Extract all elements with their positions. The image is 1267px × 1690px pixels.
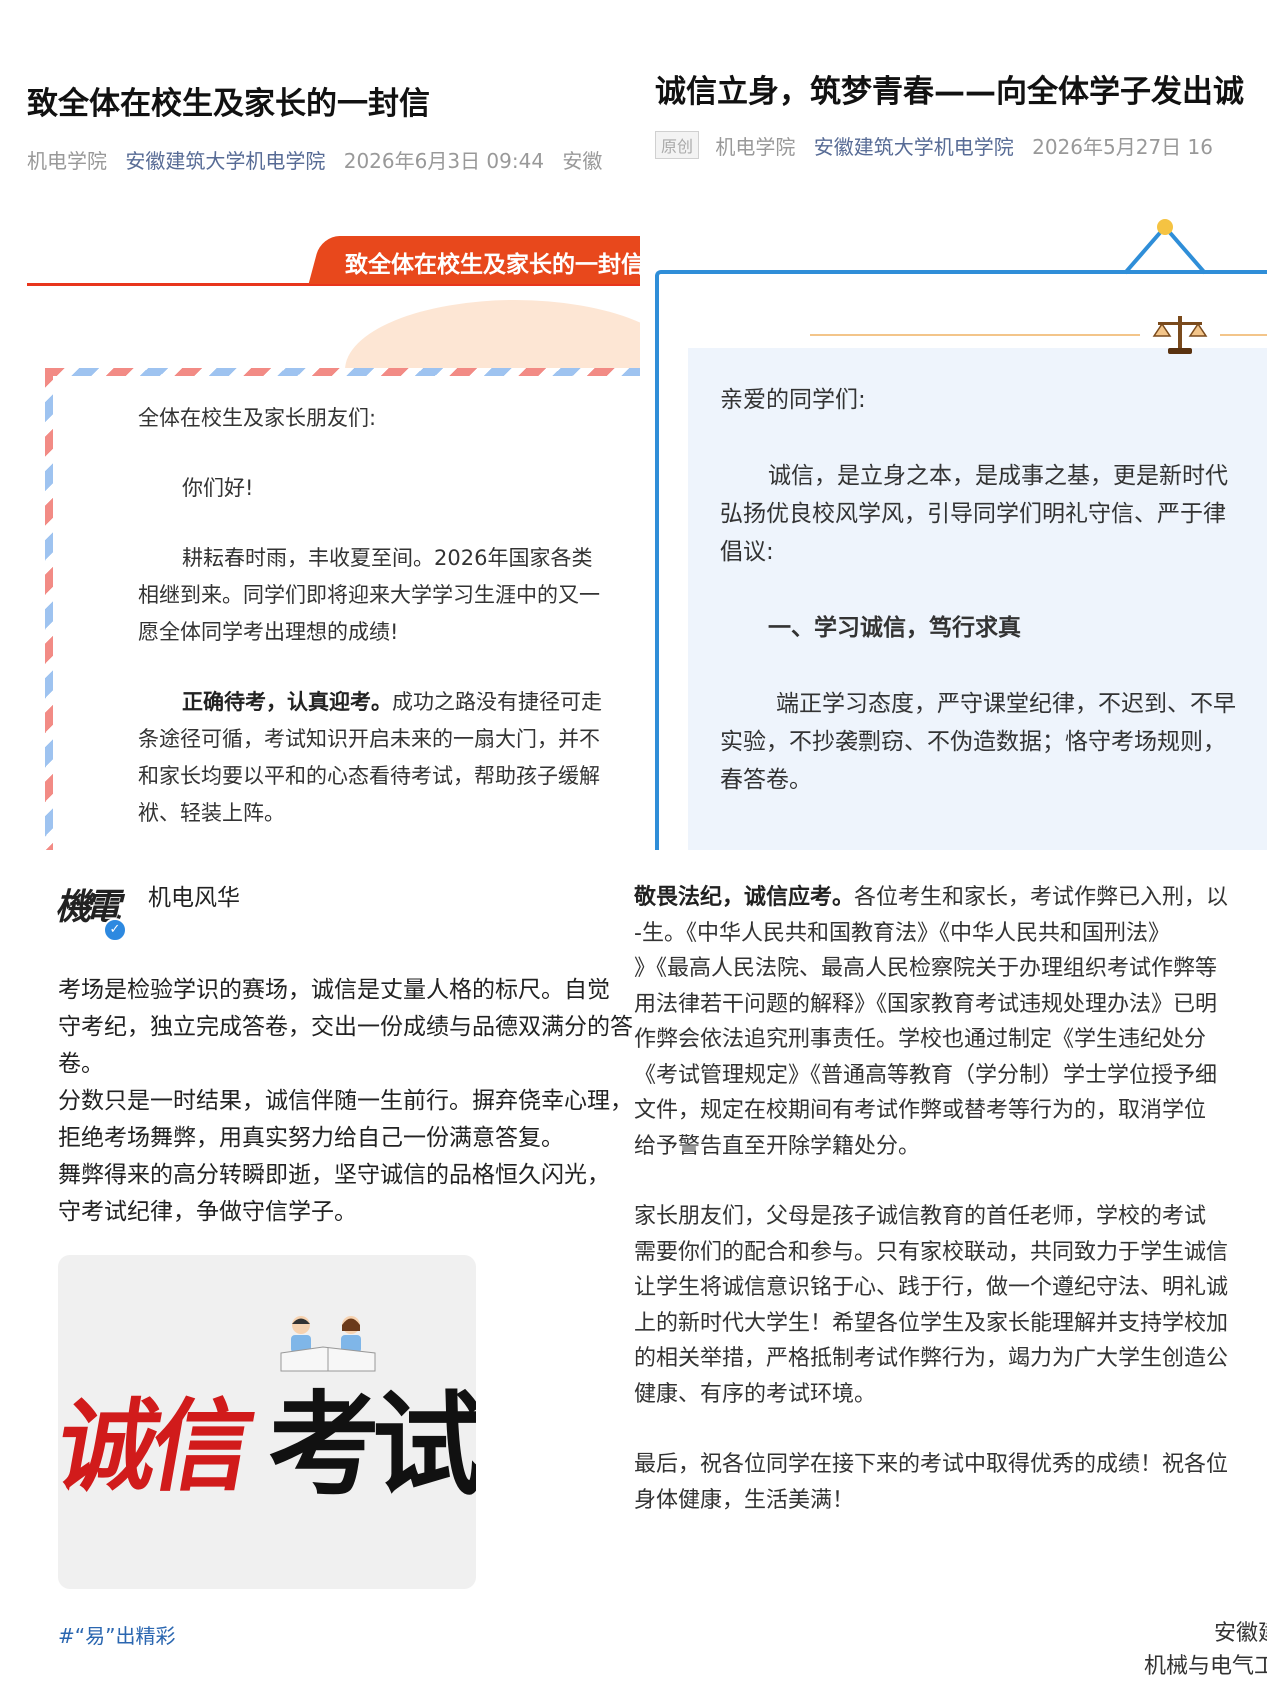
verified-badge-icon: ✓ [103,918,127,942]
post-line: 舞弊得来的高分转瞬即逝，坚守诚信的品格恒久闪光， [58,1162,610,1188]
meta-source: 机电学院 [715,135,796,159]
letter-para2-rest: 成功之路没有捷径可走 [392,690,602,714]
article-panel-integrity: 诚信立身，筑梦青春——向全体学子发出诚 原创 机电学院 安徽建筑大学机电学院 2… [640,0,1267,850]
meta-source: 机电学院 [27,149,107,173]
meta-account-link[interactable]: 安徽建筑大学机电学院 [814,135,1014,159]
parents-para-line: 让学生将诚信意识铭于心、践于行，做一个遵纪守法、明礼诚 [634,1275,1229,1300]
hashtag-link[interactable]: #“易”出精彩 [58,1620,175,1649]
parents-para-line: 的相关举措，严格抵制考试作弊行为，竭力为广大学生创造公 [634,1346,1229,1371]
law-para-line: 敬畏法纪，诚信应考。各位考生和家长，考试作弊已入刑，以 [634,880,1228,916]
law-para-line: 《考试管理规定》《普通高等教育（学分制）学士学位授予细 [634,1062,1218,1088]
parents-para-line: 需要你们的配合和参与。只有家校联动，共同致力于学生诚信 [634,1239,1229,1265]
card-para2-line: 端正学习态度，严守课堂纪律，不迟到、不早 [776,691,1236,717]
law-para-line: 给予警告直至开除学籍处分。 [634,1133,921,1159]
signature-line: 安徽建 [1214,1621,1267,1646]
post-line: 考场是检验学识的赛场，诚信是丈量人格的标尺。自觉 [58,977,610,1003]
article-title: 诚信立身，筑梦青春——向全体学子发出诚 [655,74,1244,110]
card-para1-line: 倡议: [720,539,774,565]
divider-line [1220,334,1267,336]
letter-para2-line: 条途径可循，考试知识开启未来的一扇大门，并不 [138,727,600,751]
letter-para1-line: 愿全体同学考出理想的成绩! [138,620,399,644]
meta-region: 安徽 [562,149,603,173]
letter-greeting: 你们好! [182,476,254,500]
social-post-panel: 機電 ✓ 机电风华 考场是检验学识的赛场，诚信是丈量人格的标尺。自觉 守考纪，独… [0,850,634,1690]
card-salutation: 亲爱的同学们: [720,387,866,413]
letter-para2-line: 和家长均要以平和的心态看待考试，帮助孩子缓解 [138,764,600,788]
letter-para2-bold: 正确待考，认真迎考。 [182,690,392,714]
parents-para-line: 家长朋友们，父母是孩子诚信教育的首任老师，学校的考试 [634,1204,1207,1229]
law-para-line: 文件，规定在校期间有考试作弊或替考等行为的，取消学位 [634,1098,1207,1123]
letter-para2-line: 袱、轻装上阵。 [138,801,285,825]
article-meta: 原创 机电学院 安徽建筑大学机电学院 2026年5月27日 16 [655,131,1213,160]
closing-para-line: 最后，祝各位同学在接下来的考试中取得优秀的成绩！祝各位 [634,1452,1229,1477]
law-para-line: 用法律若干问题的解释》《国家教育考试违规处理办法》已明 [634,991,1218,1017]
original-tag: 原创 [655,131,700,159]
law-para-bold: 敬畏法纪，诚信应考。 [634,885,855,910]
post-line: 卷。 [58,1051,104,1077]
letter-para2-line: 正确待考，认真迎考。成功之路没有捷径可走 [182,684,602,721]
image-text-red: 诚信 [58,1387,257,1505]
article-meta: 机电学院 安徽建筑大学机电学院 2026年6月3日 09:44 安徽 [27,145,602,174]
article-title: 致全体在校生及家长的一封信 [27,86,430,122]
post-line: 分数只是一时结果，诚信伴随一生前行。摒弃侥幸心理， [58,1088,633,1114]
parents-para-line: 健康、有序的考试环境。 [634,1381,877,1407]
law-para-line: 》《最高人民法院、最高人民检察院关于办理组织考试作弊等 [634,956,1218,981]
post-image[interactable]: 诚信 考试 [58,1255,476,1589]
banner-title: 致全体在校生及家长的一封信 [345,251,640,278]
article-panel-law: 敬畏法纪，诚信应考。各位考生和家长，考试作弊已入刑，以 -生。《中华人民共和国教… [634,850,1267,1690]
letter-para1-line: 耕耘春时雨，丰收夏至间。2026年国家各类 [182,546,593,570]
card-para2-line: 实验，不抄袭剽窃、不伪造数据；恪守考场规则， [720,729,1226,755]
post-line: 拒绝考场舞弊，用真实努力给自己一份满意答复。 [58,1125,564,1151]
scale-of-justice-icon [1152,316,1208,354]
closing-para-line: 身体健康，生活美满！ [634,1487,855,1513]
card-heading: 一、学习诚信，笃行求真 [768,615,1021,641]
letter-para1-line: 相继到来。同学们即将迎来大学学习生涯中的又一 [138,583,600,607]
divider-line [810,334,1140,336]
law-para-line: 作弊会依法追究刑事责任。学校也通过制定《学生违纪处分 [634,1027,1207,1052]
meta-date: 2026年5月27日 16 [1032,135,1213,159]
signature-line: 机械与电气工 [1144,1654,1267,1679]
post-line: 守考试纪律，争做守信学子。 [58,1199,357,1225]
letter-salutation: 全体在校生及家长朋友们: [138,406,377,430]
parents-para-line: 上的新时代大学生！希望各位学生及家长能理解并支持学校加 [634,1310,1229,1336]
meta-date: 2026年6月3日 09:44 [343,149,545,173]
meta-account-link[interactable]: 安徽建筑大学机电学院 [125,149,325,173]
account-name[interactable]: 机电风华 [148,878,240,912]
card-para1-line: 诚信，是立身之本，是成事之基，更是新时代 [768,463,1228,489]
post-line: 守考纪，独立完成答卷，交出一份成绩与品德双满分的答 [58,1014,633,1040]
card-para2-line: 春答卷。 [720,767,812,793]
article-panel-letter: 致全体在校生及家长的一封信 机电学院 安徽建筑大学机电学院 2026年6月3日 … [0,0,640,850]
image-text-black: 考试 [268,1380,476,1511]
triangle-hanger-icon [1123,219,1207,275]
law-para-rest: 各位考生和家长，考试作弊已入刑，以 [854,885,1229,910]
card-para1-line: 弘扬优良校风学风，引导同学们明礼守信、严于律 [720,501,1226,527]
law-para-line: -生。《中华人民共和国教育法》《中华人民共和国刑法》 [634,920,1170,946]
